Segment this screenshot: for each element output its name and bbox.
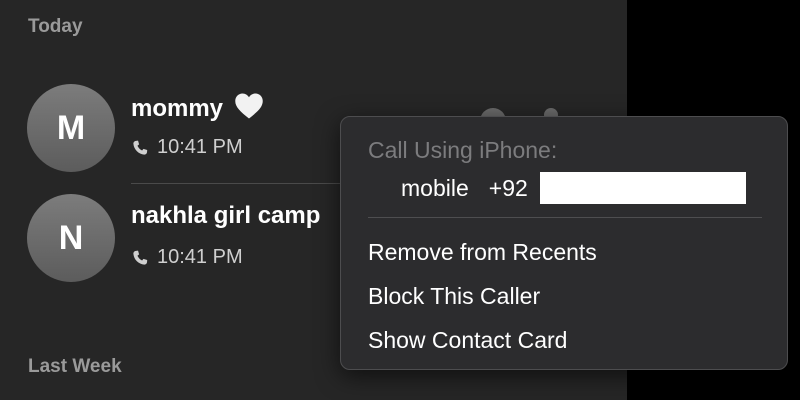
section-header-last-week: Last Week: [28, 356, 122, 377]
section-header-today: Today: [28, 16, 83, 37]
contact-name: nakhla girl camp: [131, 202, 320, 230]
call-time: 10:41 PM: [131, 246, 243, 269]
contact-name: mommy: [131, 92, 264, 123]
call-time-text: 10:41 PM: [157, 136, 243, 158]
number-type-label: mobile: [401, 174, 469, 201]
phone-icon: [133, 140, 148, 155]
menu-item-show-contact-card[interactable]: Show Contact Card: [368, 327, 567, 354]
call-time: 10:41 PM: [131, 136, 243, 159]
number-prefix: +92: [488, 174, 528, 201]
menu-item-block-caller[interactable]: Block This Caller: [368, 283, 540, 310]
menu-item-call-mobile[interactable]: mobile +92: [401, 172, 746, 204]
menu-item-remove-from-recents[interactable]: Remove from Recents: [368, 239, 597, 266]
redacted-number-box: [539, 172, 746, 204]
menu-header-call-using: Call Using iPhone:: [368, 137, 558, 163]
phone-icon: [133, 250, 148, 265]
contact-name-text: mommy: [131, 95, 224, 122]
white-heart-icon: [234, 93, 263, 119]
menu-separator: [368, 217, 762, 218]
contact-name-text: nakhla girl camp: [131, 202, 321, 229]
avatar: N: [27, 194, 115, 282]
avatar: M: [27, 84, 115, 172]
call-time-text: 10:41 PM: [157, 246, 243, 268]
context-menu: Call Using iPhone: mobile +92 Remove fro…: [340, 116, 788, 370]
